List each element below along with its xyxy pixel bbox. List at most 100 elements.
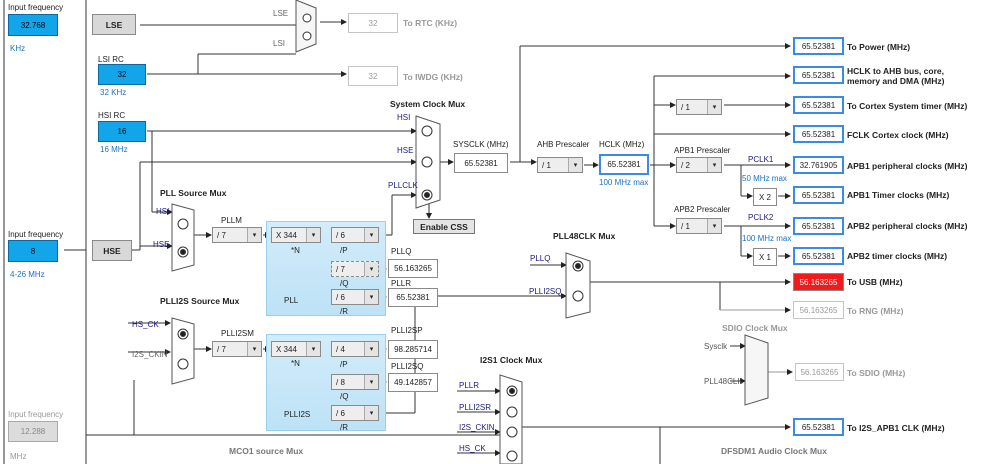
chevron-down-icon: ▾ — [306, 228, 320, 242]
apb1-prescaler-select[interactable]: / 2 ▾ — [676, 157, 722, 173]
plli2sn-value: X 344 — [276, 344, 297, 354]
pllsrc-hsi[interactable]: HSI — [156, 207, 169, 216]
rtc-value: 32 — [348, 13, 398, 33]
pclk1-label: PCLK1 — [748, 155, 774, 164]
i2s-apb1-value[interactable]: 65.52381 — [793, 418, 844, 436]
iwdg-value: 32 — [348, 66, 398, 86]
pllm-select[interactable]: / 7 ▾ — [212, 227, 262, 243]
apb2-note: 100 MHz max — [742, 234, 792, 243]
lse-freq-input[interactable]: 32.768 — [8, 14, 58, 36]
cortex-divider-value: / 1 — [681, 102, 690, 112]
apb1-periph-label: APB1 peripheral clocks (MHz) — [847, 161, 968, 171]
rng-clock-value: 56.163265 — [793, 301, 844, 319]
plli2ssrc-i2sckin[interactable]: I2S_CKIN — [132, 350, 168, 359]
apb1-timer-value[interactable]: 65.52381 — [793, 186, 844, 204]
plli2sr-label-div: /R — [340, 423, 348, 432]
pllr-label-div: /R — [340, 307, 348, 316]
cortex-divider-select[interactable]: / 1 ▾ — [676, 99, 722, 115]
rtc-label: To RTC (KHz) — [403, 18, 458, 28]
i2s1-i2sckin[interactable]: I2S_CKIN — [459, 423, 495, 432]
apb2-prescaler-select[interactable]: / 1 ▾ — [676, 218, 722, 234]
sysmux-title: System Clock Mux — [390, 99, 466, 109]
sdio-sysclk[interactable]: Sysclk — [704, 342, 727, 351]
plli2sn-label: *N — [291, 359, 300, 368]
sysmux-pllclk[interactable]: PLLCLK — [388, 181, 418, 190]
lse-source: LSE — [92, 14, 136, 35]
apb2-timer-value[interactable]: 65.52381 — [793, 247, 844, 265]
mco1-title: MCO1 source Mux — [229, 446, 304, 456]
hclk-input[interactable]: 65.52381 — [599, 154, 649, 175]
plli2ssrc-hsck[interactable]: HS_CK — [132, 320, 159, 329]
sdio-pll48clk[interactable]: PLL48CLK — [704, 377, 743, 386]
pllp-label: /P — [340, 246, 348, 255]
i2s-ext-freq-input[interactable]: 12.288 — [8, 421, 58, 442]
chevron-down-icon: ▾ — [306, 342, 320, 356]
hse-freq-input[interactable]: 8 — [8, 240, 58, 262]
plli2sm-label: PLLI2SM — [221, 329, 254, 338]
sysmux-hsi[interactable]: HSI — [397, 113, 410, 122]
usb-clock-value[interactable]: 56.163265 — [793, 273, 844, 291]
lsi-value: 32 — [98, 64, 146, 85]
ahb-prescaler-select[interactable]: / 1 ▾ — [537, 157, 583, 173]
pllm-label: PLLM — [221, 216, 242, 225]
plln-value: X 344 — [276, 230, 297, 240]
plln-label: *N — [291, 246, 300, 255]
chevron-down-icon: ▾ — [364, 228, 378, 242]
plli2sm-select[interactable]: / 7 ▾ — [212, 341, 262, 357]
apb1-note: 50 MHz max — [742, 174, 787, 183]
lse-freq-label: Input frequency — [8, 3, 64, 12]
ahb-clock-value[interactable]: 65.52381 — [793, 66, 844, 84]
sysmux-hse[interactable]: HSE — [397, 146, 413, 155]
cortex-timer-value[interactable]: 65.52381 — [793, 96, 844, 114]
pllq-label: PLLQ — [391, 247, 412, 256]
ahb-clock-label: HCLK to AHB bus, core, — [847, 66, 944, 76]
i2s1-hsck[interactable]: HS_CK — [459, 444, 486, 453]
chevron-down-icon: ▾ — [707, 100, 721, 114]
plln-select[interactable]: X 344 ▾ — [271, 227, 321, 243]
sdio-title: SDIO Clock Mux — [722, 323, 788, 333]
plli2sm-value: / 7 — [217, 344, 226, 354]
pllr-select[interactable]: / 6 ▾ — [331, 289, 379, 305]
power-clock-value[interactable]: 65.52381 — [793, 37, 844, 55]
iwdg-label: To IWDG (KHz) — [403, 72, 463, 82]
pllr-label: PLLR — [391, 279, 412, 288]
chevron-down-icon: ▾ — [364, 262, 378, 276]
apb2-timer-mult: X 1 — [753, 248, 777, 266]
i2s1-pllr[interactable]: PLLR — [459, 381, 479, 390]
plli2sq-select[interactable]: / 8 ▾ — [331, 374, 379, 390]
chevron-down-icon: ▾ — [364, 290, 378, 304]
dfsdm-title: DFSDM1 Audio Clock Mux — [721, 446, 827, 456]
pllsrc-hse[interactable]: HSE — [153, 240, 169, 249]
hsi-unit: 16 MHz — [100, 145, 128, 154]
plli2sp-select[interactable]: / 4 ▾ — [331, 341, 379, 357]
plli2sr-select[interactable]: / 6 ▾ — [331, 405, 379, 421]
pll48-plli2sq[interactable]: PLLI2SQ — [529, 287, 561, 296]
apb1-timer-mult: X 2 — [753, 188, 777, 206]
fclk-value[interactable]: 65.52381 — [793, 125, 844, 143]
pll48-pllq[interactable]: PLLQ — [530, 254, 550, 263]
rtc-mux-lsi: LSI — [273, 39, 286, 48]
enable-css-button[interactable]: Enable CSS — [413, 219, 475, 234]
apb2-periph-value[interactable]: 65.52381 — [793, 217, 844, 235]
plli2sp-value: 98.285714 — [388, 340, 438, 359]
plli2sn-select[interactable]: X 344 ▾ — [271, 341, 321, 357]
fclk-label: FCLK Cortex clock (MHz) — [847, 130, 949, 140]
sdio-clock-value: 56.163265 — [795, 363, 844, 381]
i2s-ext-unit: MHz — [10, 452, 27, 461]
plli2sp-label-div: /P — [340, 360, 348, 369]
apb2-label: APB2 Prescaler — [674, 205, 731, 214]
pllp-select[interactable]: / 6 ▾ — [331, 227, 379, 243]
plli2sp-div-value: / 4 — [336, 344, 345, 354]
chevron-down-icon: ▾ — [364, 406, 378, 420]
cortex-timer-label: To Cortex System timer (MHz) — [847, 101, 968, 111]
apb1-periph-value[interactable]: 32.761905 — [793, 156, 844, 174]
pll48-title: PLL48CLK Mux — [553, 231, 616, 241]
sdio-clock-label: To SDIO (MHz) — [847, 368, 906, 378]
plli2sq-label-div: /Q — [340, 392, 349, 401]
i2s1-plli2sr[interactable]: PLLI2SR — [459, 403, 491, 412]
pllq-select[interactable]: / 7 ▾ — [331, 261, 379, 277]
apb2-periph-label: APB2 peripheral clocks (MHz) — [847, 221, 968, 231]
pllq-label-div: /Q — [340, 279, 349, 288]
pllr-div-value: / 6 — [336, 292, 345, 302]
plli2s-name: PLLI2S — [284, 410, 311, 419]
